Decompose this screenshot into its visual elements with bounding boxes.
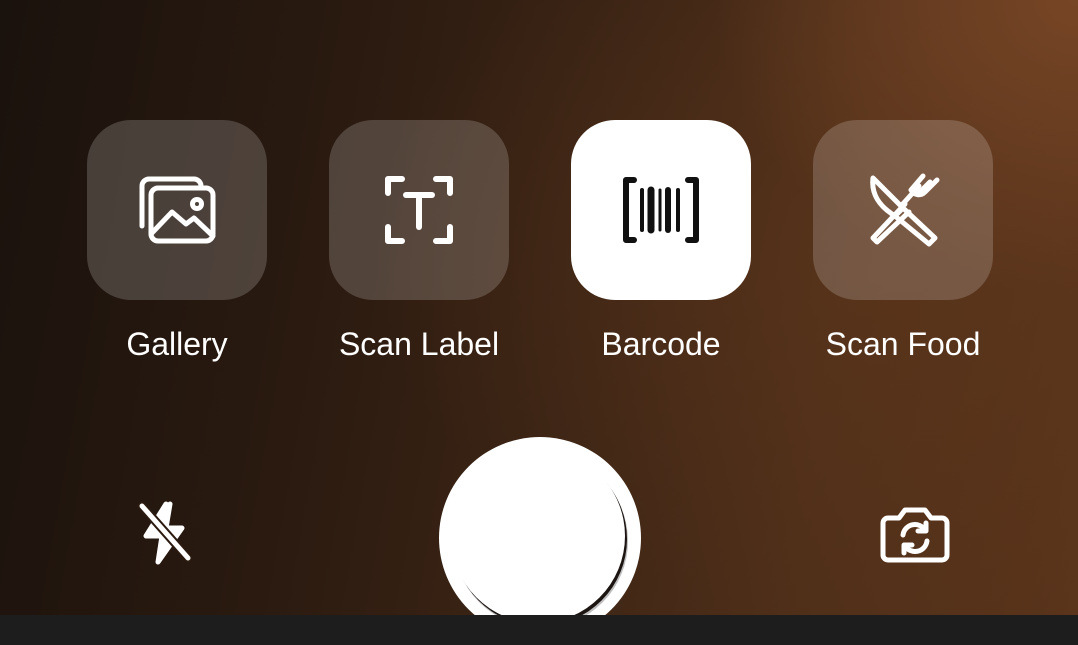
mode-label: Scan Food xyxy=(825,326,981,362)
shutter-inner-circle xyxy=(451,449,625,623)
mode-barcode[interactable]: Barcode xyxy=(571,120,751,380)
switch-camera-button[interactable] xyxy=(875,502,955,572)
bottom-navigation-bar xyxy=(0,615,1078,645)
mode-label: Scan Label xyxy=(338,326,500,362)
mode-scan-label[interactable]: Scan Label xyxy=(329,120,509,380)
food-scan-icon xyxy=(865,172,941,248)
mode-gallery[interactable]: Gallery xyxy=(87,120,267,380)
shutter-button[interactable] xyxy=(439,437,641,639)
gallery-icon xyxy=(136,174,218,246)
mode-scan-food[interactable]: Scan Food xyxy=(813,120,993,380)
camera-switch-icon xyxy=(879,507,951,568)
gallery-button[interactable] xyxy=(87,120,267,300)
scan-label-button[interactable] xyxy=(329,120,509,300)
mode-label: Gallery xyxy=(126,326,228,362)
scan-mode-selector: Gallery Scan Label Barcode Scan Food xyxy=(0,0,1078,400)
flash-toggle-button[interactable] xyxy=(130,500,200,570)
scan-food-button[interactable] xyxy=(813,120,993,300)
camera-controls xyxy=(0,420,1078,645)
text-scan-icon xyxy=(384,175,454,245)
barcode-button[interactable] xyxy=(571,120,751,300)
barcode-icon xyxy=(620,176,702,244)
flash-off-icon xyxy=(136,500,194,571)
mode-label: Barcode xyxy=(601,326,721,362)
